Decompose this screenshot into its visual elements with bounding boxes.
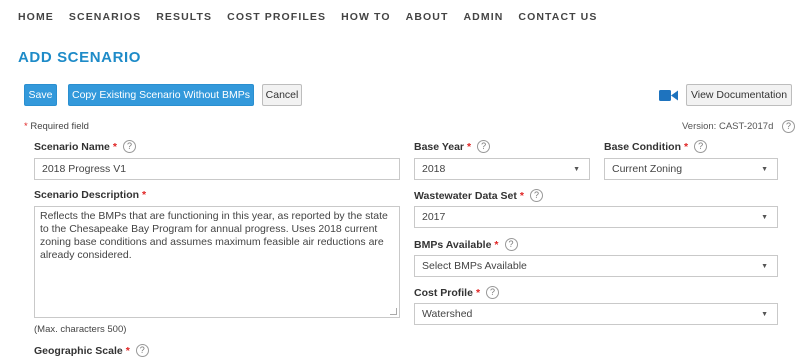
cancel-button[interactable]: Cancel xyxy=(262,84,302,106)
cost-profile-label-text: Cost Profile xyxy=(414,286,473,299)
scenario-name-input[interactable]: 2018 Progress V1 xyxy=(34,158,400,180)
scenario-description-label-text: Scenario Description xyxy=(34,189,140,201)
required-asterisk: * xyxy=(684,140,689,153)
required-asterisk: * xyxy=(519,189,524,202)
nav-home[interactable]: HOME xyxy=(18,11,54,23)
required-field-note: * Required field xyxy=(24,121,89,132)
help-icon[interactable]: ? xyxy=(122,140,136,153)
resize-handle-icon[interactable] xyxy=(390,308,397,315)
scenario-name-label-text: Scenario Name xyxy=(34,140,110,153)
top-nav: HOME SCENARIOS RESULTS COST PROFILES HOW… xyxy=(18,11,612,23)
scenario-description-value: Reflects the BMPs that are functioning i… xyxy=(40,210,388,261)
help-icon[interactable]: ? xyxy=(694,140,708,153)
required-asterisk: * xyxy=(112,140,117,153)
required-asterisk: * xyxy=(467,140,472,153)
base-year-label-text: Base Year xyxy=(414,140,465,153)
required-asterisk: * xyxy=(494,238,499,251)
base-year-select[interactable]: 2018 xyxy=(414,158,590,180)
view-documentation-button[interactable]: View Documentation xyxy=(686,84,792,106)
nav-admin[interactable]: ADMIN xyxy=(463,11,503,23)
required-field-text: Required field xyxy=(30,121,89,132)
help-icon[interactable]: ? xyxy=(135,344,149,357)
nav-contact-us[interactable]: CONTACT US xyxy=(518,11,597,23)
geographic-scale-label-text: Geographic Scale xyxy=(34,344,123,357)
cost-profile-value: Watershed xyxy=(422,308,473,320)
required-asterisk: * xyxy=(125,344,130,357)
help-icon[interactable]: ? xyxy=(477,140,491,153)
help-icon[interactable]: ? xyxy=(782,120,795,133)
wastewater-value: 2017 xyxy=(422,211,446,223)
base-year-value: 2018 xyxy=(422,163,446,175)
nav-how-to[interactable]: HOW TO xyxy=(341,11,391,23)
help-icon[interactable]: ? xyxy=(504,238,518,251)
nav-scenarios[interactable]: SCENARIOS xyxy=(69,11,141,23)
base-condition-label: Base Condition * ? xyxy=(604,140,708,153)
geographic-scale-label: Geographic Scale * ? xyxy=(34,344,149,357)
wastewater-select[interactable]: 2017 xyxy=(414,206,778,228)
base-year-label: Base Year * ? xyxy=(414,140,491,153)
bmps-available-label: BMPs Available * ? xyxy=(414,238,518,251)
max-characters-note: (Max. characters 500) xyxy=(34,324,127,335)
required-asterisk: * xyxy=(24,121,28,132)
version-text: Version: CAST-2017d xyxy=(682,121,774,132)
bmps-available-value: Select BMPs Available xyxy=(422,260,527,272)
nav-results[interactable]: RESULTS xyxy=(156,11,212,23)
base-condition-value: Current Zoning xyxy=(612,163,683,175)
help-icon[interactable]: ? xyxy=(486,286,500,299)
required-asterisk: * xyxy=(475,286,481,299)
wastewater-label: Wastewater Data Set * ? xyxy=(414,189,543,202)
base-condition-label-text: Base Condition xyxy=(604,140,682,153)
nav-cost-profiles[interactable]: COST PROFILES xyxy=(227,11,326,23)
bmps-available-select[interactable]: Select BMPs Available xyxy=(414,255,778,277)
nav-about[interactable]: ABOUT xyxy=(406,11,449,23)
required-asterisk: * xyxy=(142,189,147,201)
scenario-name-label: Scenario Name * ? xyxy=(34,140,136,153)
help-icon[interactable]: ? xyxy=(530,189,543,202)
cost-profile-label: Cost Profile * ? xyxy=(414,286,500,299)
wastewater-label-text: Wastewater Data Set xyxy=(414,189,517,202)
scenario-name-value: 2018 Progress V1 xyxy=(42,163,127,175)
save-button[interactable]: Save xyxy=(24,84,57,106)
base-condition-select[interactable]: Current Zoning xyxy=(604,158,778,180)
cost-profile-select[interactable]: Watershed xyxy=(414,303,778,325)
scenario-description-label: Scenario Description * xyxy=(34,189,146,201)
copy-scenario-button[interactable]: Copy Existing Scenario Without BMPs xyxy=(68,84,254,106)
version-info: Version: CAST-2017d ? xyxy=(682,120,795,133)
bmps-available-label-text: BMPs Available xyxy=(414,238,492,251)
page-title: ADD SCENARIO xyxy=(18,49,142,66)
video-camera-icon[interactable] xyxy=(659,89,678,102)
scenario-description-textarea[interactable]: Reflects the BMPs that are functioning i… xyxy=(34,206,400,318)
